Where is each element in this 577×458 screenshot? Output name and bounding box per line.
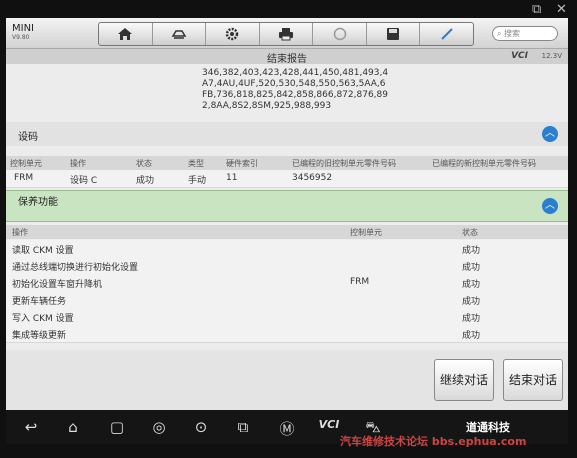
col-header: 操作 [70, 159, 86, 168]
table-row[interactable]: 写入 CKM 设置 成功 [6, 308, 568, 326]
col-header: 已编程的新控制单元零件号码 [432, 159, 536, 168]
table-row[interactable]: 通过总线端切换进行初始化设置 成功 [6, 257, 568, 275]
codes-line: FB,736,818,825,842,858,866,872,876,89 [202, 90, 388, 100]
close-icon[interactable]: ✕ [556, 2, 567, 17]
cell: 读取 CKM 设置 [12, 246, 74, 256]
chevron-up-icon: ︿ [545, 128, 555, 139]
table-row[interactable]: 读取 CKM 设置 成功 [6, 240, 568, 258]
help-button[interactable] [313, 23, 367, 45]
action-area: 继续对话 结束对话 [6, 350, 568, 410]
search-placeholder: 搜索 [504, 29, 521, 38]
option-codes: 346,382,403,423,428,441,450,481,493,4 A7… [202, 68, 402, 112]
cell: 成功 [462, 246, 481, 256]
coding-table-header: 控制单元 操作 状态 类型 硬件索引 已编程的旧控制单元零件号码 已编程的新控制… [6, 156, 568, 170]
back-icon[interactable]: ↩ [20, 418, 42, 436]
table-row[interactable]: 集成等级更新 成功 [6, 325, 568, 343]
gear-icon [226, 27, 239, 41]
brand-version: V9.80 [12, 34, 30, 41]
cell: FRM [14, 173, 34, 183]
continue-dialog-button[interactable]: 继续对话 [434, 359, 494, 401]
save-icon [387, 28, 400, 40]
end-dialog-button[interactable]: 结束对话 [503, 359, 563, 401]
cell: 成功 [462, 314, 481, 324]
chevron-up-icon: ︿ [545, 200, 555, 211]
cell: 通过总线端切换进行初始化设置 [12, 263, 139, 273]
table-row[interactable]: FRM 设码 C 成功 手动 11 3456952 [6, 170, 568, 188]
battery-voltage: 12.3V [541, 52, 562, 60]
col-header: 状态 [136, 159, 152, 168]
brand: MINI V9.80 [12, 24, 34, 42]
page-title: 结束报告 [267, 54, 307, 65]
home-icon[interactable]: ⌂ [62, 418, 84, 436]
cell: 更新车辆任务 [12, 297, 67, 307]
brand-name: MINI [12, 23, 35, 34]
recent-apps-icon[interactable]: ▢ [106, 418, 128, 436]
maintenance-section-header[interactable]: 保养功能 ︿ [6, 190, 568, 222]
printer-icon [279, 28, 294, 41]
browser-icon[interactable]: ◎ [148, 418, 170, 436]
title-bar: 结束报告 VCI 12.3V [6, 49, 568, 65]
col-header: 硬件索引 [226, 159, 258, 168]
tablet-frame: ⧉ ✕ MINI V9.80 ⌕ 搜索 结束报告 VCI 12.3V 346,3… [0, 0, 577, 458]
app-header: MINI V9.80 ⌕ 搜索 [6, 18, 568, 49]
cell: 11 [226, 173, 238, 183]
cell: 成功 [136, 176, 155, 186]
maintenance-section-label: 保养功能 [18, 197, 58, 208]
screenshot-icon[interactable]: ⧉ [232, 418, 254, 436]
cell: 写入 CKM 设置 [12, 314, 74, 324]
col-header: 已编程的旧控制单元零件号码 [292, 159, 396, 168]
home-button[interactable] [99, 23, 153, 45]
cell: 初始化设置车窗升降机 [12, 280, 103, 290]
cell: 手动 [188, 176, 207, 186]
vehicle-swap-button[interactable] [153, 23, 207, 45]
vci-icon[interactable]: VCI [318, 418, 340, 431]
table-row[interactable]: 初始化设置车窗升降机 FRM 成功 [6, 274, 568, 292]
main-toolbar [98, 22, 474, 46]
external-link-icon[interactable]: ⧉ [532, 2, 541, 17]
pen-icon [441, 28, 453, 40]
maxifix-icon[interactable]: Ⓜ [276, 418, 298, 439]
codes-line: A7,4AU,4UF,520,530,548,550,563,5AA,6 [202, 79, 386, 89]
col-header: 控制单元 [10, 159, 42, 168]
codes-line: 2,8AA,8S2,8SM,925,988,993 [202, 101, 332, 111]
cell: 成功 [462, 263, 481, 273]
cell: 成功 [462, 280, 481, 290]
vci-status: VCI [511, 51, 528, 61]
search-input[interactable]: ⌕ 搜索 [492, 26, 558, 41]
watermark-forum: 汽车维修技术论坛 bbs.ephua.com [340, 435, 527, 448]
cell: FRM [350, 277, 370, 287]
collapse-coding-button[interactable]: ︿ [542, 126, 558, 142]
edit-button[interactable] [420, 23, 473, 45]
collapse-maintenance-button[interactable]: ︿ [542, 198, 558, 214]
vehicle-swap-icon [171, 30, 187, 39]
settings-button[interactable] [206, 23, 260, 45]
col-header: 状态 [462, 228, 478, 237]
coding-section-header[interactable]: 设码 ︿ [6, 122, 568, 146]
maintenance-table-header: 操作 控制单元 状态 [6, 225, 568, 239]
cell: 设码 C [70, 176, 98, 186]
print-button[interactable] [260, 23, 314, 45]
home-icon [118, 28, 133, 40]
col-header: 类型 [188, 159, 204, 168]
save-button[interactable] [367, 23, 421, 45]
help-icon [333, 27, 346, 41]
cell: 成功 [462, 297, 481, 307]
table-row[interactable]: 更新车辆任务 成功 [6, 291, 568, 309]
col-header: 操作 [12, 228, 28, 237]
search-icon: ⌕ [497, 28, 505, 38]
coding-section-label: 设码 [18, 132, 38, 143]
camera-icon[interactable]: ⊙ [190, 418, 212, 436]
cell: 成功 [462, 331, 481, 341]
report-content: 346,382,403,423,428,441,450,481,493,4 A7… [6, 64, 568, 350]
cell: 3456952 [292, 173, 333, 183]
col-header: 控制单元 [350, 228, 382, 237]
cell: 集成等级更新 [12, 331, 67, 341]
codes-line: 346,382,403,423,428,441,450,481,493,4 [202, 68, 389, 78]
app-screen: MINI V9.80 ⌕ 搜索 结束报告 VCI 12.3V 346,382,4… [6, 18, 568, 410]
